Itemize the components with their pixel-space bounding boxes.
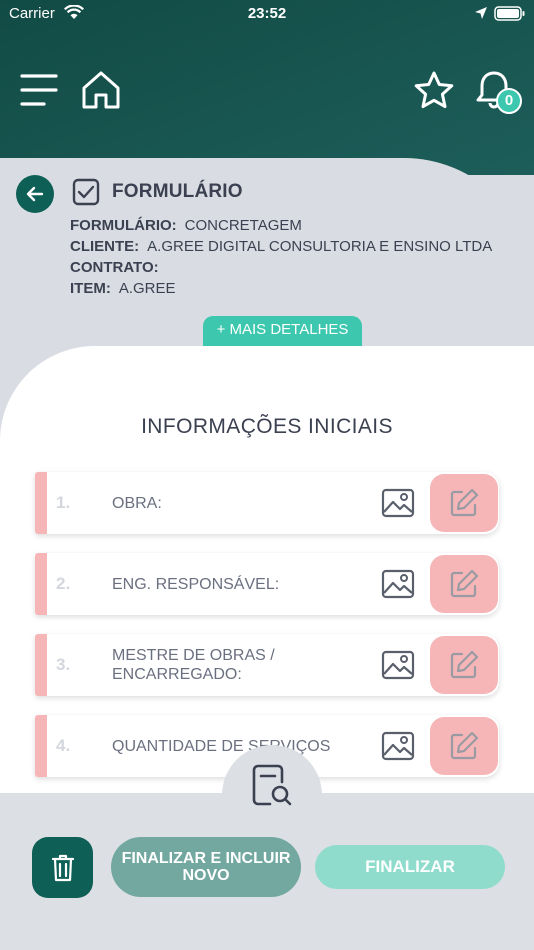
question-label: MESTRE DE OBRAS / ENCARREGADO: (112, 647, 275, 683)
edit-icon (450, 569, 479, 598)
section-title: INFORMAÇÕES INICIAIS (141, 415, 393, 438)
question-row[interactable]: 2. ENG. RESPONSÁVEL: (35, 553, 499, 615)
checkbox-checked-icon (72, 178, 100, 211)
question-number: 3. (56, 655, 71, 674)
notification-count-badge: 0 (496, 88, 522, 114)
edit-button[interactable] (430, 474, 498, 532)
form-title: FORMULÁRIO (112, 181, 243, 202)
meta-item: ITEM: A.GREE (70, 280, 176, 297)
question-row[interactable]: 3. MESTRE DE OBRAS / ENCARREGADO: (35, 634, 499, 696)
edit-icon (450, 488, 479, 517)
status-bar: Carrier 23:52 (0, 0, 534, 28)
back-button[interactable] (16, 175, 54, 213)
meta-contrato: CONTRATO: (70, 259, 159, 276)
status-bar-indicator (35, 634, 47, 696)
delete-button[interactable] (32, 837, 93, 898)
meta-cliente: CLIENTE: A.GREE DIGITAL CONSULTORIA E ENS… (70, 238, 493, 255)
edit-button[interactable] (430, 555, 498, 613)
favorite-star-icon[interactable] (413, 70, 455, 115)
document-search-button[interactable] (222, 745, 322, 845)
meta-formulario: FORMULÁRIO: CONCRETAGEM (70, 217, 302, 234)
question-row[interactable]: 1. OBRA: (35, 472, 499, 534)
battery-icon (494, 6, 526, 25)
edit-icon (450, 650, 479, 679)
image-icon[interactable] (381, 488, 415, 523)
finish-and-new-button[interactable]: FINALIZAR E INCLUIR NOVO (111, 837, 301, 897)
question-number: 4. (56, 736, 71, 755)
edit-button[interactable] (430, 636, 498, 694)
edit-icon (450, 731, 479, 760)
app-header: Carrier 23:52 0 (0, 0, 534, 175)
status-bar-indicator (35, 472, 47, 534)
notifications-button[interactable]: 0 (474, 69, 524, 115)
location-arrow-icon (474, 6, 488, 24)
status-bar-indicator (35, 715, 47, 777)
question-label: OBRA: (112, 494, 162, 512)
status-time: 23:52 (247, 5, 287, 22)
status-bar-indicator (35, 553, 47, 615)
finish-button[interactable]: FINALIZAR (315, 845, 505, 889)
question-number: 1. (56, 493, 71, 512)
image-icon[interactable] (381, 569, 415, 604)
arrow-left-icon (26, 186, 44, 202)
question-label: ENG. RESPONSÁVEL: (112, 575, 280, 593)
hamburger-menu-icon[interactable] (20, 73, 58, 112)
home-icon[interactable] (80, 70, 122, 115)
document-search-icon (252, 764, 292, 806)
image-icon[interactable] (381, 731, 415, 766)
edit-button[interactable] (430, 717, 498, 775)
more-details-button[interactable]: + MAIS DETALHES (203, 316, 362, 346)
question-number: 2. (56, 574, 71, 593)
trash-icon (51, 854, 74, 881)
image-icon[interactable] (381, 650, 415, 685)
